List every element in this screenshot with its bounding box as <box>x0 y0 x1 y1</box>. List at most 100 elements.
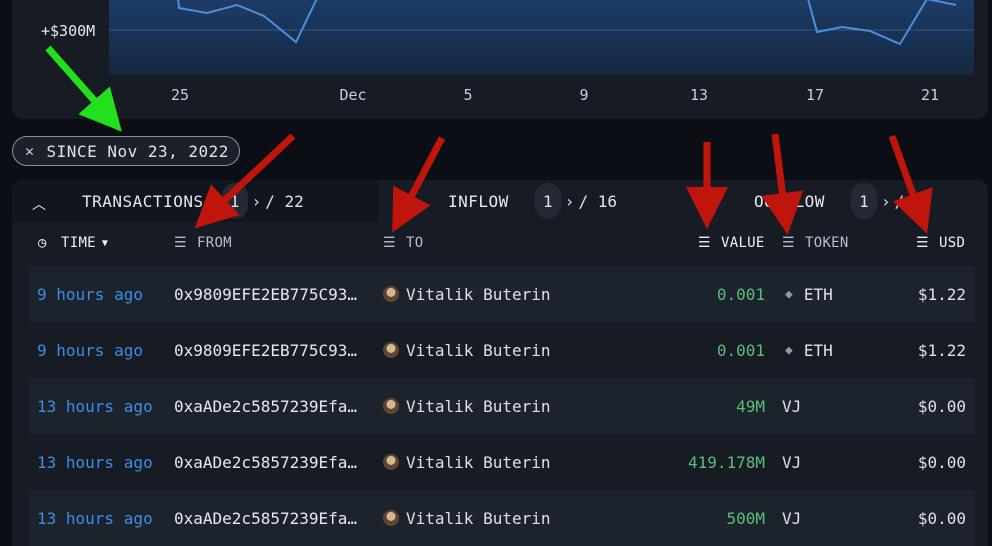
row-to-label: Vitalik Buterin <box>406 340 551 360</box>
chart-x-tick: 13 <box>689 86 709 104</box>
pager: 1 › / <box>850 183 908 219</box>
tab-outflow[interactable]: OUTFLOW 1 › / <box>754 180 908 222</box>
chart-area-fill <box>109 0 974 75</box>
row-value: 500M <box>726 508 765 528</box>
row-usd: $1.22 <box>917 284 966 304</box>
row-token-label: ETH <box>803 340 833 360</box>
row-to[interactable]: Vitalik Buterin <box>383 378 551 434</box>
filter-icon[interactable]: ☰ <box>383 235 399 251</box>
chart-x-tick: 25 <box>170 86 190 104</box>
row-time[interactable]: 13 hours ago <box>37 490 153 546</box>
filter-icon[interactable]: ☰ <box>782 235 798 251</box>
filter-icon[interactable]: ☰ <box>174 235 190 251</box>
table-row[interactable]: 9 hours ago 0x9809EFE2EB775C93… Vitalik … <box>29 266 975 322</box>
column-header-usd[interactable]: ☰ USD <box>916 222 965 264</box>
column-header-to[interactable]: ☰ TO <box>383 222 423 264</box>
row-to-label: Vitalik Buterin <box>406 508 551 528</box>
row-to[interactable]: Vitalik Buterin <box>383 266 551 322</box>
row-token-label: VJ <box>782 396 802 416</box>
page-number[interactable]: 1 <box>221 183 248 219</box>
chart-x-tick: 5 <box>463 86 473 104</box>
avatar <box>383 398 399 414</box>
balance-chart <box>109 0 974 75</box>
row-to-label: Vitalik Buterin <box>406 396 551 416</box>
row-value: 49M <box>736 396 765 416</box>
table-row[interactable]: 13 hours ago 0xaADe2c5857239Efa… Vitalik… <box>29 434 975 490</box>
row-from-address[interactable]: 0xaADe2c5857239Efa… <box>174 490 357 546</box>
row-to[interactable]: Vitalik Buterin <box>383 434 551 490</box>
close-icon[interactable]: ✕ <box>25 142 35 160</box>
column-header-from[interactable]: ☰ FROM <box>174 222 232 264</box>
table-row[interactable]: 13 hours ago 0xaADe2c5857239Efa… Vitalik… <box>29 490 975 546</box>
column-header-label: TO <box>406 235 424 251</box>
chart-x-tick: Dec <box>339 86 367 104</box>
row-to-label: Vitalik Buterin <box>406 452 551 472</box>
chart-y-label: +$300M <box>41 22 96 40</box>
row-from-address[interactable]: 0x9809EFE2EB775C93… <box>174 266 357 322</box>
row-usd: $0.00 <box>917 452 966 472</box>
column-header-label: USD <box>939 235 966 251</box>
table-row[interactable]: 9 hours ago 0x9809EFE2EB775C93… Vitalik … <box>29 322 975 378</box>
row-to-label: Vitalik Buterin <box>406 284 551 304</box>
date-filter-chip[interactable]: ✕ SINCE Nov 23, 2022 <box>12 136 240 166</box>
row-value: 0.001 <box>716 284 765 304</box>
row-time[interactable]: 9 hours ago <box>37 266 143 322</box>
column-header-value[interactable]: ☰ VALUE <box>698 222 765 264</box>
row-token-label: ETH <box>803 284 833 304</box>
page-number[interactable]: 1 <box>850 183 877 219</box>
tab-label: TRANSACTIONS <box>82 191 204 211</box>
table-row[interactable]: 13 hours ago 0xaADe2c5857239Efa… Vitalik… <box>29 378 975 434</box>
row-from-address[interactable]: 0xaADe2c5857239Efa… <box>174 378 357 434</box>
row-token[interactable]: VJ <box>782 490 801 546</box>
row-value: 419.178M <box>687 452 765 472</box>
avatar <box>383 342 399 358</box>
pager: 1 › / 16 <box>534 183 621 219</box>
date-filter-label: SINCE Nov 23, 2022 <box>46 141 229 161</box>
avatar <box>383 510 399 526</box>
avatar <box>383 286 399 302</box>
row-token[interactable]: VJ <box>782 378 801 434</box>
row-to[interactable]: Vitalik Buterin <box>383 490 551 546</box>
row-usd: $0.00 <box>917 508 966 528</box>
table-header: ◷ TIME ▼ ☰ FROM ☰ TO ☰ VALUE ☰ TOKEN ☰ U… <box>12 222 988 264</box>
column-header-label: FROM <box>197 235 232 251</box>
column-header-label: VALUE <box>721 235 765 251</box>
filter-icon[interactable]: ☰ <box>916 235 932 251</box>
page-number[interactable]: 1 <box>534 183 561 219</box>
row-from-address[interactable]: 0x9809EFE2EB775C93… <box>174 322 357 378</box>
page-total: / <box>894 191 905 211</box>
avatar <box>383 454 399 470</box>
collapse-chevron-icon[interactable]: ︿ <box>32 194 46 214</box>
row-time[interactable]: 9 hours ago <box>37 322 143 378</box>
chart-x-tick: 17 <box>805 86 825 104</box>
ethereum-icon: ◆ <box>785 286 793 302</box>
row-time[interactable]: 13 hours ago <box>37 378 153 434</box>
row-token[interactable]: VJ <box>782 434 801 490</box>
filter-icon[interactable]: ☰ <box>698 235 714 251</box>
clock-icon: ◷ <box>38 235 47 251</box>
column-header-token[interactable]: ☰ TOKEN <box>782 222 849 264</box>
row-token[interactable]: ◆ ETH <box>785 266 833 322</box>
row-usd: $0.00 <box>917 396 966 416</box>
next-page-icon[interactable]: › <box>565 192 575 211</box>
tab-transactions[interactable]: TRANSACTIONS 1 › / 22 <box>82 180 308 222</box>
row-value: 0.001 <box>716 340 765 360</box>
next-page-icon[interactable]: › <box>881 192 891 211</box>
chevron-down-icon[interactable]: ▼ <box>102 238 108 249</box>
row-usd: $1.22 <box>917 340 966 360</box>
tab-label: OUTFLOW <box>754 191 825 211</box>
column-header-time[interactable]: ◷ TIME ▼ <box>38 222 108 264</box>
row-token-label: VJ <box>782 508 802 528</box>
row-from-address[interactable]: 0xaADe2c5857239Efa… <box>174 434 357 490</box>
page-total: / 16 <box>578 191 617 211</box>
ethereum-icon: ◆ <box>785 342 793 358</box>
tab-label: INFLOW <box>448 191 509 211</box>
tab-inflow[interactable]: INFLOW 1 › / 16 <box>448 180 621 222</box>
chart-x-tick: 21 <box>920 86 940 104</box>
row-token[interactable]: ◆ ETH <box>785 322 833 378</box>
next-page-icon[interactable]: › <box>252 192 262 211</box>
balance-chart-panel: +$300M 25 Dec 5 9 13 17 21 <box>12 0 988 119</box>
row-to[interactable]: Vitalik Buterin <box>383 322 551 378</box>
row-time[interactable]: 13 hours ago <box>37 434 153 490</box>
chart-x-tick: 9 <box>579 86 589 104</box>
